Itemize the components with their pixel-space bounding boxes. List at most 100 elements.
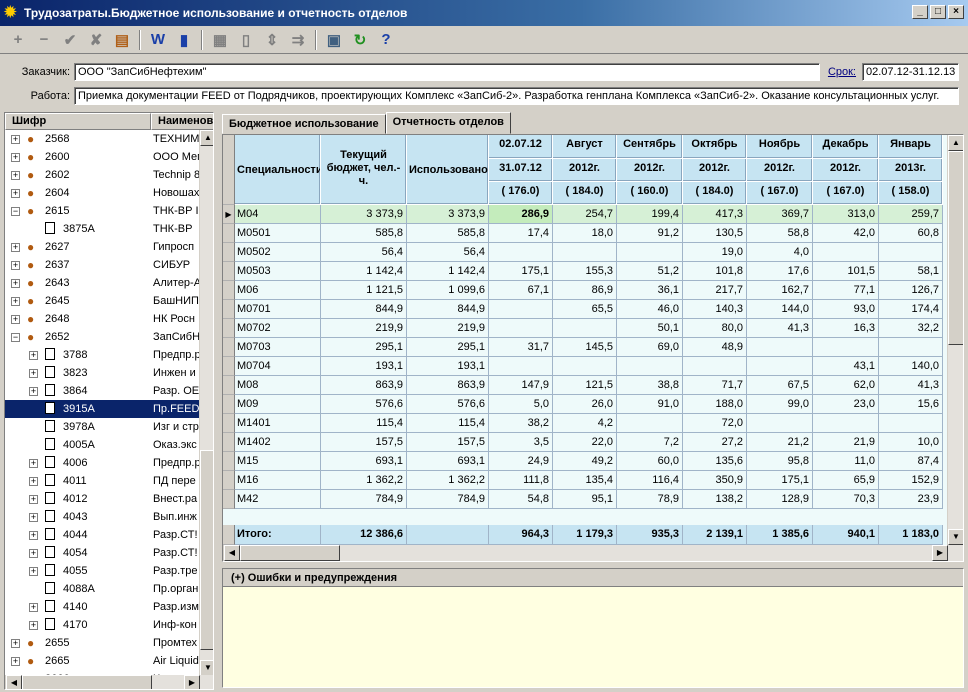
- month-cell[interactable]: [747, 357, 813, 376]
- month-cell[interactable]: 22,0: [553, 433, 617, 452]
- help-icon[interactable]: ?: [374, 29, 398, 51]
- tab-1[interactable]: Отчетность отделов: [385, 112, 511, 134]
- expand-icon[interactable]: +: [29, 459, 38, 468]
- month-cell[interactable]: 58,8: [747, 224, 813, 243]
- month-cell[interactable]: 101,5: [813, 262, 879, 281]
- tree-row[interactable]: + ● 2637 СИБУР: [5, 256, 201, 274]
- month-cell[interactable]: 3,5: [489, 433, 553, 452]
- minimize-button[interactable]: _: [912, 5, 928, 19]
- used-cell[interactable]: 576,6: [407, 395, 489, 414]
- budget-cell[interactable]: 3 373,9: [321, 205, 407, 224]
- month-cell[interactable]: [879, 338, 943, 357]
- chart-icon[interactable]: ▮: [172, 29, 196, 51]
- specialty-cell[interactable]: М1402: [235, 433, 321, 452]
- month-cell[interactable]: 95,1: [553, 490, 617, 509]
- current-row-arrow-icon[interactable]: ▶: [223, 205, 235, 224]
- expand-icon[interactable]: +: [11, 639, 20, 648]
- customer-field[interactable]: ООО "ЗапСибНефтехим": [74, 63, 820, 81]
- specialty-cell[interactable]: М1401: [235, 414, 321, 433]
- month-cell[interactable]: 259,7: [879, 205, 943, 224]
- row-indicator[interactable]: [223, 395, 235, 414]
- tree-row[interactable]: +3823 Инжен и: [5, 364, 201, 382]
- month-cell[interactable]: 54,8: [489, 490, 553, 509]
- month-cell[interactable]: 51,2: [617, 262, 683, 281]
- month-cell[interactable]: 130,5: [683, 224, 747, 243]
- month-cell[interactable]: 313,0: [813, 205, 879, 224]
- month-cell[interactable]: 140,0: [879, 357, 943, 376]
- expand-icon[interactable]: +: [11, 135, 20, 144]
- month-cell[interactable]: 135,6: [683, 452, 747, 471]
- deadline-field[interactable]: 02.07.12-31.12.13: [862, 63, 959, 81]
- row-indicator[interactable]: [223, 376, 235, 395]
- tree-header-name[interactable]: Наименов: [151, 113, 213, 130]
- month-cell[interactable]: 62,0: [813, 376, 879, 395]
- specialty-cell[interactable]: М0501: [235, 224, 321, 243]
- month-cell[interactable]: 11,0: [813, 452, 879, 471]
- month-cell[interactable]: 116,4: [617, 471, 683, 490]
- expand-icon[interactable]: +: [29, 603, 38, 612]
- work-field[interactable]: Приемка документации FEED от Подрядчиков…: [74, 87, 959, 105]
- tree-row[interactable]: +4044 Разр.СТ!: [5, 526, 201, 544]
- budget-cell[interactable]: 863,9: [321, 376, 407, 395]
- month-cell[interactable]: 49,2: [553, 452, 617, 471]
- month-cell[interactable]: 46,0: [617, 300, 683, 319]
- expand-icon[interactable]: +: [29, 567, 38, 576]
- month-cell[interactable]: 128,9: [747, 490, 813, 509]
- tree-row[interactable]: + ● 2600 ООО Мег: [5, 148, 201, 166]
- used-cell[interactable]: 1 099,6: [407, 281, 489, 300]
- month-cell[interactable]: 286,9: [489, 205, 553, 224]
- month-cell[interactable]: 111,8: [489, 471, 553, 490]
- col-header-period[interactable]: Декабрь: [813, 135, 879, 159]
- close-button[interactable]: ×: [948, 5, 964, 19]
- used-cell[interactable]: 115,4: [407, 414, 489, 433]
- row-indicator[interactable]: [223, 262, 235, 281]
- specialty-cell[interactable]: М04: [235, 205, 321, 224]
- month-cell[interactable]: 38,8: [617, 376, 683, 395]
- col-header-period[interactable]: Октябрь: [683, 135, 747, 159]
- row-indicator[interactable]: [223, 471, 235, 490]
- row-indicator[interactable]: [223, 243, 235, 262]
- month-cell[interactable]: [813, 243, 879, 262]
- tree-row[interactable]: + ● 2602 Technip 8: [5, 166, 201, 184]
- specialty-cell[interactable]: М09: [235, 395, 321, 414]
- expand-icon[interactable]: +: [11, 657, 20, 666]
- month-cell[interactable]: 175,1: [747, 471, 813, 490]
- month-cell[interactable]: 138,2: [683, 490, 747, 509]
- month-cell[interactable]: 71,7: [683, 376, 747, 395]
- used-cell[interactable]: 784,9: [407, 490, 489, 509]
- tree-row[interactable]: + ● 2655 Промтех: [5, 634, 201, 652]
- month-cell[interactable]: 60,8: [879, 224, 943, 243]
- tree-row[interactable]: +4140 Разр.изм: [5, 598, 201, 616]
- collapse-icon[interactable]: −: [11, 207, 20, 216]
- budget-cell[interactable]: 1 142,4: [321, 262, 407, 281]
- budget-cell[interactable]: 576,6: [321, 395, 407, 414]
- tree-row[interactable]: 4088А Пр.орган: [5, 580, 201, 598]
- scroll-up-icon[interactable]: ▲: [200, 130, 213, 146]
- copy-icon[interactable]: ▯: [234, 29, 258, 51]
- col-header-used[interactable]: Использовано: [407, 135, 489, 205]
- month-cell[interactable]: 67,5: [747, 376, 813, 395]
- month-cell[interactable]: 48,9: [683, 338, 747, 357]
- month-cell[interactable]: 77,1: [813, 281, 879, 300]
- month-cell[interactable]: 80,0: [683, 319, 747, 338]
- expand-icon[interactable]: +: [29, 477, 38, 486]
- month-cell[interactable]: 135,4: [553, 471, 617, 490]
- expand-icon[interactable]: +: [11, 243, 20, 252]
- month-cell[interactable]: 26,0: [553, 395, 617, 414]
- used-cell[interactable]: 693,1: [407, 452, 489, 471]
- month-cell[interactable]: 65,5: [553, 300, 617, 319]
- month-cell[interactable]: [813, 338, 879, 357]
- month-cell[interactable]: [617, 414, 683, 433]
- month-cell[interactable]: 27,2: [683, 433, 747, 452]
- used-cell[interactable]: 193,1: [407, 357, 489, 376]
- tree-row[interactable]: + ● 2665 Air Liquid: [5, 652, 201, 670]
- month-cell[interactable]: 19,0: [683, 243, 747, 262]
- month-cell[interactable]: 60,0: [617, 452, 683, 471]
- folder-icon[interactable]: ▤: [110, 29, 134, 51]
- specialty-cell[interactable]: М0703: [235, 338, 321, 357]
- month-cell[interactable]: 21,9: [813, 433, 879, 452]
- tree-row[interactable]: + ● 2645 БашНИП: [5, 292, 201, 310]
- month-cell[interactable]: 140,3: [683, 300, 747, 319]
- month-cell[interactable]: 152,9: [879, 471, 943, 490]
- month-cell[interactable]: 58,1: [879, 262, 943, 281]
